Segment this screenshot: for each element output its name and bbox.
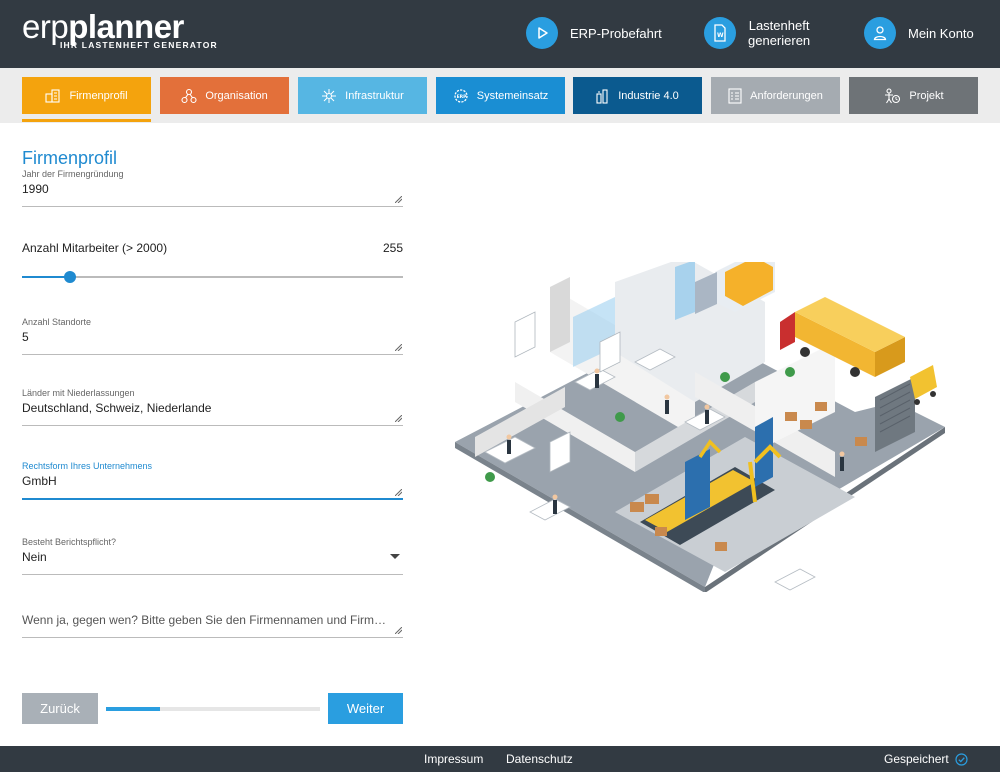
checklist-icon — [728, 87, 742, 104]
resize-handle-icon[interactable] — [395, 627, 402, 634]
employees-slider[interactable] — [22, 271, 403, 283]
progress-fill — [106, 707, 160, 711]
slider-thumb[interactable] — [64, 271, 77, 283]
locations-field[interactable]: Anzahl Standorte 5 — [22, 317, 403, 355]
tab-firmenprofil[interactable]: Firmenprofil — [22, 77, 151, 114]
tab-anforderungen[interactable]: Anforderungen — [711, 77, 840, 114]
erpplanner-logo[interactable]: erpplanner IHR LASTENHEFT GENERATOR — [22, 10, 217, 51]
field-label: Länder mit Niederlassungen — [22, 388, 135, 398]
founding-year-field[interactable]: Jahr der Firmengründung 1990 — [22, 169, 403, 207]
employees-label: Anzahl Mitarbeiter (> 2000) — [22, 241, 168, 255]
test-drive-label: ERP-Probefahrt — [570, 25, 662, 41]
reporting-duty-select[interactable]: Besteht Berichtspflicht? Nein — [22, 537, 403, 575]
svg-text:ERP: ERP — [456, 94, 467, 100]
dropdown-arrow-icon[interactable] — [390, 554, 400, 559]
erp-gear-icon: ERP — [453, 88, 469, 104]
factory-icon — [596, 88, 610, 104]
app-header: erpplanner IHR LASTENHEFT GENERATOR ERP-… — [0, 0, 1000, 68]
privacy-link[interactable]: Datenschutz — [506, 752, 573, 766]
page-title: Firmenprofil — [22, 148, 118, 168]
generate-label-line1: Lastenheft — [748, 18, 810, 33]
tab-organisation[interactable]: Organisation — [160, 77, 289, 114]
play-icon — [526, 17, 558, 49]
word-document-icon: W — [704, 17, 736, 49]
next-button[interactable]: Weiter — [328, 693, 403, 724]
field-label: Rechtsform Ihres Unternehmens — [22, 461, 153, 471]
building-icon — [45, 88, 61, 103]
tab-industrie-40[interactable]: Industrie 4.0 — [573, 77, 702, 114]
slider-fill — [22, 276, 71, 278]
founding-year-input[interactable]: 1990 — [22, 182, 403, 198]
resize-handle-icon[interactable] — [395, 489, 402, 496]
resize-handle-icon[interactable] — [395, 344, 402, 351]
countries-field[interactable]: Länder mit Niederlassungen Deutschland, … — [22, 388, 403, 426]
tab-label: Anforderungen — [750, 89, 823, 102]
form-progress-bar — [106, 707, 320, 711]
org-chart-icon — [181, 88, 197, 104]
isometric-company-illustration — [455, 262, 945, 592]
imprint-link[interactable]: Impressum — [424, 752, 483, 766]
logo-tagline: IHR LASTENHEFT GENERATOR — [60, 40, 218, 50]
legal-form-field[interactable]: Rechtsform Ihres Unternehmens GmbH — [22, 461, 403, 500]
app-footer: Impressum Datenschutz Gespeichert — [0, 746, 1000, 772]
my-account-button[interactable]: Mein Konto — [864, 17, 974, 49]
test-drive-button[interactable]: ERP-Probefahrt — [526, 17, 662, 49]
section-tabs: Firmenprofil Organisation Infrastruktur … — [0, 68, 1000, 123]
tab-label: Firmenprofil — [69, 89, 128, 102]
tab-label: Infrastruktur — [345, 89, 404, 102]
tab-label: Projekt — [909, 89, 944, 102]
reporting-duty-value[interactable]: Nein — [22, 550, 403, 566]
user-icon — [864, 17, 896, 49]
field-label: Besteht Berichtspflicht? — [22, 537, 117, 547]
resize-handle-icon[interactable] — [395, 415, 402, 422]
reporting-recipient-field[interactable]: Wenn ja, gegen wen? Bitte geben Sie den … — [22, 610, 403, 638]
tab-infrastruktur[interactable]: Infrastruktur — [298, 77, 427, 114]
field-label: Anzahl Standorte — [22, 317, 92, 327]
save-status: Gespeichert — [884, 752, 968, 766]
countries-input[interactable]: Deutschland, Schweiz, Niederlande — [22, 401, 403, 417]
employees-value: 255 — [383, 241, 404, 255]
tab-projekt[interactable]: Projekt — [849, 77, 978, 114]
reporting-recipient-input[interactable]: Wenn ja, gegen wen? Bitte geben Sie den … — [22, 613, 403, 629]
back-button[interactable]: Zurück — [22, 693, 98, 724]
check-circle-icon — [955, 752, 968, 766]
legal-form-input[interactable]: GmbH — [22, 474, 403, 490]
resize-handle-icon[interactable] — [395, 196, 402, 203]
save-status-label: Gespeichert — [884, 752, 949, 766]
network-icon — [321, 88, 337, 104]
svg-text:W: W — [717, 32, 724, 39]
tab-label: Organisation — [205, 89, 268, 102]
locations-input[interactable]: 5 — [22, 330, 403, 346]
tab-label: Systemeinsatz — [476, 89, 549, 102]
tab-systemeinsatz[interactable]: ERP Systemeinsatz — [436, 77, 565, 114]
account-label: Mein Konto — [908, 25, 974, 41]
active-tab-indicator — [22, 119, 151, 122]
project-person-icon — [883, 87, 901, 104]
field-label: Jahr der Firmengründung — [22, 169, 124, 179]
tab-label: Industrie 4.0 — [618, 89, 679, 102]
generate-label-line2: generieren — [748, 33, 811, 48]
generate-spec-button[interactable]: W Lastenheft generieren — [704, 17, 810, 49]
